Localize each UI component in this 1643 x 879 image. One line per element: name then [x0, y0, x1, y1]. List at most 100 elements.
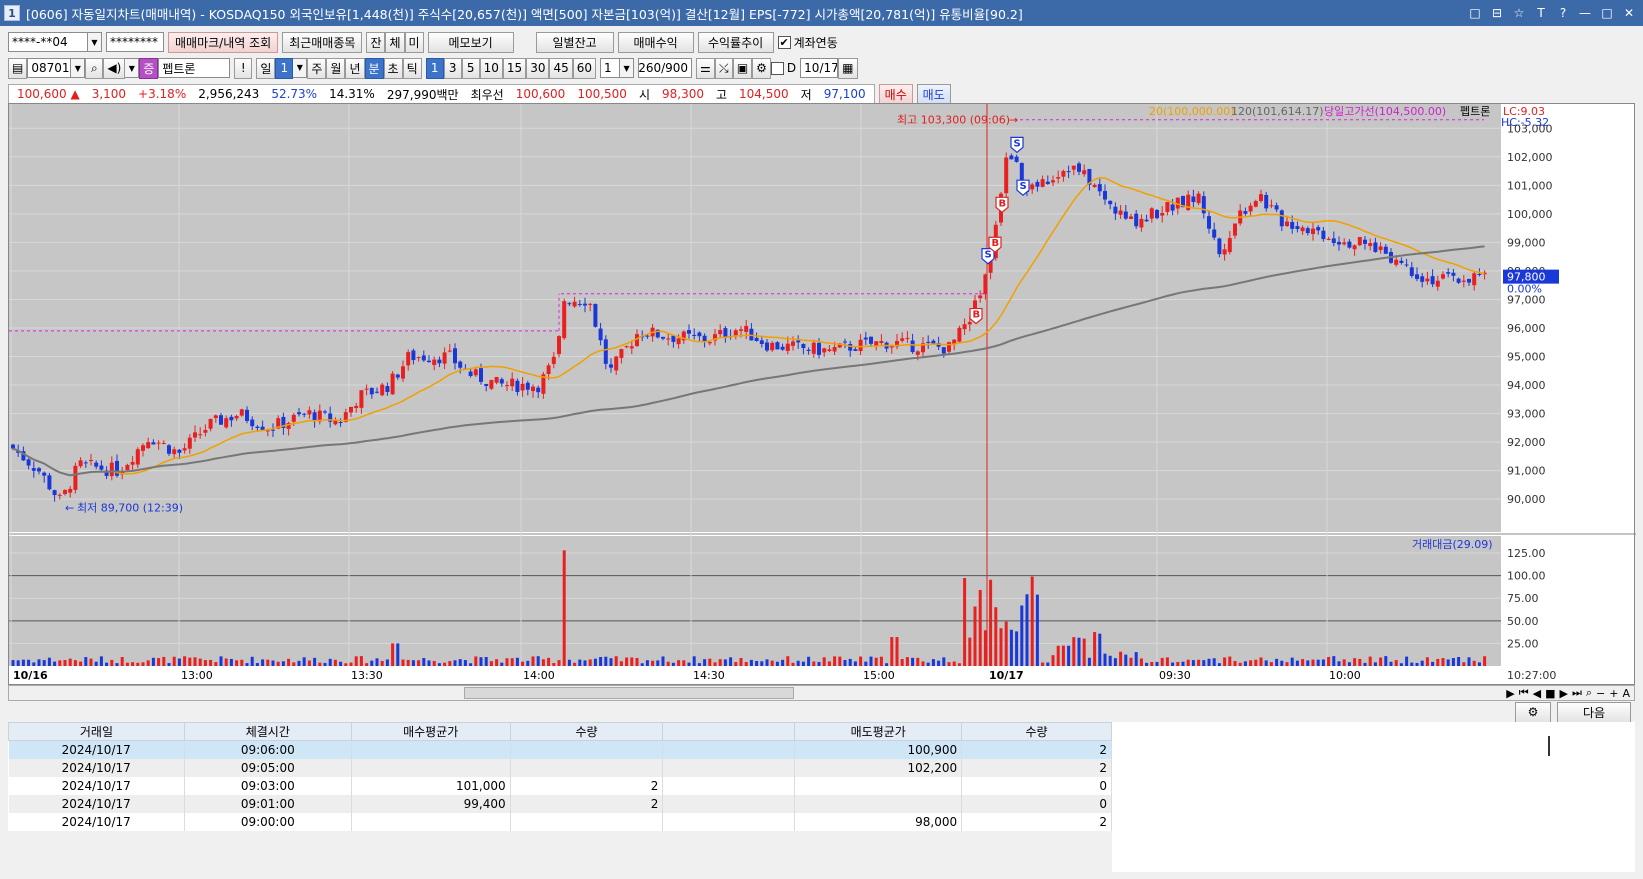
column-header-6[interactable]: 수량	[961, 722, 1112, 741]
zoom-icon[interactable]: ⌕	[1586, 686, 1592, 700]
volume-bar	[198, 658, 202, 666]
period-tab-5[interactable]: 분	[364, 57, 384, 79]
account-link-checkbox[interactable]: ✔ 계좌연동	[777, 34, 838, 51]
trade-mark-button[interactable]: 매매마크/내역 조회	[168, 31, 279, 53]
table-row[interactable]: 2024/10/17 09:05:00 102,200 2	[8, 758, 1112, 777]
code-dropdown-icon[interactable]: ▼	[71, 58, 86, 78]
last-icon[interactable]: ⏭	[1572, 686, 1582, 700]
open-label: 시	[638, 87, 650, 102]
info-button[interactable]: !	[234, 57, 253, 79]
interval-tab-4[interactable]: 15	[502, 57, 527, 79]
indicator-icon[interactable]: ⚌	[696, 57, 715, 79]
save-icon[interactable]: ▣	[732, 57, 753, 79]
price-chart[interactable]: 103,000102,000101,000100,00099,00098,000…	[9, 104, 1636, 686]
table-row[interactable]: 2024/10/17 09:01:00 99,400 2 0	[8, 794, 1112, 813]
profit-trend-button[interactable]: 수익률추이	[697, 31, 774, 53]
font-size-icon[interactable]: A	[1622, 687, 1630, 700]
interval-tab-5[interactable]: 30	[526, 57, 550, 79]
period-tab-3[interactable]: 월	[326, 57, 346, 79]
scroll-thumb[interactable]	[464, 687, 794, 699]
account-input[interactable]: ****-**04	[8, 32, 88, 52]
interval-tab-3[interactable]: 10	[479, 57, 503, 79]
column-header-4[interactable]	[662, 722, 796, 741]
window-control-1[interactable]: ⊟	[1487, 4, 1507, 22]
daily-balance-button[interactable]: 일별잔고	[535, 31, 614, 53]
period-tab-4[interactable]: 년	[345, 57, 365, 79]
window-control-0[interactable]: □	[1465, 4, 1485, 22]
window-control-6[interactable]: □	[1597, 4, 1617, 22]
layout-icon[interactable]: ▤	[8, 57, 28, 79]
tab-balance[interactable]: 잔	[366, 31, 386, 53]
draw-tool-icon[interactable]: ⤯	[714, 57, 733, 79]
account-dropdown-icon[interactable]: ▼	[88, 32, 102, 52]
period-tab-7[interactable]: 틱	[402, 57, 422, 79]
buy-button[interactable]: 매수	[878, 83, 913, 105]
search-icon[interactable]: ⌕	[85, 57, 104, 79]
password-input[interactable]: ********	[106, 32, 164, 52]
date-checkbox[interactable]: D	[770, 61, 796, 75]
volume-bar	[1046, 662, 1050, 666]
period-tab-0[interactable]: 일	[256, 57, 276, 79]
interval-tab-7[interactable]: 60	[572, 57, 597, 79]
interval-tab-0[interactable]: 1	[425, 57, 444, 79]
play-icon[interactable]: ▶	[1506, 687, 1514, 700]
period-tab-1[interactable]: 1	[275, 57, 294, 79]
table-scrollbar[interactable]	[1548, 736, 1556, 756]
window-control-4[interactable]: ?	[1553, 4, 1573, 22]
calendar-icon[interactable]: ▦	[838, 57, 858, 79]
count-input[interactable]: 1	[600, 58, 621, 78]
interval-tab-1[interactable]: 3	[443, 57, 462, 79]
window-control-2[interactable]: ☆	[1509, 4, 1529, 22]
interval-tab-2[interactable]: 5	[461, 57, 480, 79]
tab-executed[interactable]: 체	[385, 31, 405, 53]
period-tab-2[interactable]: 주	[307, 57, 327, 79]
recent-trades-button[interactable]: 최근매매종목	[282, 31, 363, 53]
stock-name-field[interactable]: 펩트론	[158, 58, 231, 78]
next-icon[interactable]: ▶	[1559, 687, 1567, 700]
window-controls[interactable]: □ ⊟ ☆ T? — □ ✕	[1465, 4, 1639, 22]
column-header-1[interactable]: 체결시간	[183, 722, 352, 741]
trade-profit-button[interactable]: 매매수익	[617, 31, 694, 53]
stock-code-input[interactable]: 087010	[27, 58, 72, 78]
date-input[interactable]: 10/17	[800, 58, 839, 78]
column-header-0[interactable]: 거래일	[8, 722, 185, 741]
count-dropdown-icon[interactable]: ▼	[620, 58, 635, 78]
chart-scrollbar[interactable]: ▶ ⏮ ◀ ■ ▶ ⏭ ⌕ − + A	[8, 685, 1635, 701]
volume-bar	[895, 637, 899, 666]
speaker-dropdown-icon[interactable]: ▼	[125, 58, 140, 78]
tab-pending[interactable]: 미	[404, 31, 424, 53]
chart-area[interactable]: 103,000102,000101,000100,00099,00098,000…	[8, 103, 1636, 686]
settings-icon[interactable]: ⚙	[1515, 701, 1551, 723]
plus-icon[interactable]: +	[1609, 687, 1618, 700]
volume-bar	[1087, 657, 1091, 666]
gear-icon[interactable]: ⚙	[752, 57, 771, 79]
candle-body	[421, 355, 426, 361]
table-row[interactable]: 2024/10/17 09:03:00 101,000 2 0	[8, 776, 1112, 795]
checkbox-icon[interactable]	[770, 61, 784, 75]
table-row[interactable]: 2024/10/17 09:00:00 98,000 2	[8, 812, 1112, 831]
sell-button[interactable]: 매도	[916, 83, 951, 105]
volume-bar	[1254, 659, 1258, 666]
table-row[interactable]: 2024/10/17 09:06:00 100,900 2	[8, 740, 1112, 759]
checkbox-icon[interactable]: ✔	[777, 35, 791, 49]
current-price: 100,600 ▲	[17, 87, 80, 101]
volume-bar	[1035, 594, 1039, 666]
window-control-5[interactable]: —	[1575, 4, 1595, 22]
column-header-3[interactable]: 수량	[509, 722, 664, 741]
window-control-3[interactable]: T	[1531, 4, 1551, 22]
column-header-5[interactable]: 매도평균가	[794, 722, 963, 741]
range-input[interactable]: 260/900	[638, 58, 693, 78]
stop-icon[interactable]: ■	[1545, 687, 1555, 700]
memo-button[interactable]: 메모보기	[427, 31, 514, 53]
first-icon[interactable]: ⏮	[1519, 686, 1529, 700]
column-header-2[interactable]: 매수평균가	[350, 722, 511, 741]
minus-icon[interactable]: −	[1596, 687, 1605, 700]
prev-icon[interactable]: ◀	[1533, 687, 1541, 700]
interval-tab-6[interactable]: 45	[549, 57, 573, 79]
period-tab-6[interactable]: 초	[383, 57, 403, 79]
next-button[interactable]: 다음	[1557, 701, 1631, 723]
candle-body	[915, 351, 920, 355]
speaker-icon[interactable]: ◀)	[103, 57, 126, 79]
period-dropdown-icon[interactable]: ▼	[293, 57, 308, 78]
window-control-7[interactable]: ✕	[1619, 4, 1639, 22]
